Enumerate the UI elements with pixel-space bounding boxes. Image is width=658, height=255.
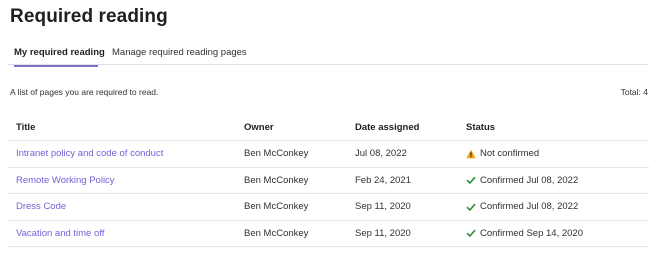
column-header-date-assigned[interactable]: Date assigned [355,115,419,140]
tab-my-required-reading[interactable]: My required reading [14,47,105,67]
status-cell: Confirmed Jul 08, 2022 [466,168,578,194]
date-assigned-cell: Sep 11, 2020 [355,227,411,239]
column-header-title[interactable]: Title [16,115,35,140]
checkmark-icon [466,175,476,185]
page-title-link[interactable]: Intranet policy and code of conduct [16,141,163,167]
column-header-owner[interactable]: Owner [244,115,274,140]
checkmark-icon [466,228,476,238]
checkmark-icon [466,202,476,212]
tab-manage-required-reading-pages[interactable]: Manage required reading pages [112,47,247,58]
page-title-link[interactable]: Vacation and time off [16,221,104,247]
table-row: Dress Code Ben McConkey Sep 11, 2020 Con… [8,194,649,221]
page-title-link[interactable]: Remote Working Policy [16,168,115,194]
warning-icon [466,149,476,159]
status-cell: Confirmed Jul 08, 2022 [466,194,578,220]
date-assigned-cell: Jul 08, 2022 [355,148,407,160]
owner-cell: Ben McConkey [244,227,309,239]
table-row: Intranet policy and code of conduct Ben … [8,141,649,168]
status-cell: Not confirmed [466,141,539,167]
status-cell: Confirmed Sep 14, 2020 [466,221,583,247]
table-row: Vacation and time off Ben McConkey Sep 1… [8,221,649,247]
total-count: Total: 4 [620,87,648,97]
tab-bar: My required reading Manage required read… [8,40,648,67]
page-title-link[interactable]: Dress Code [16,194,66,220]
status-text: Confirmed Jul 08, 2022 [480,174,579,186]
tab-label: My required reading [14,47,105,58]
page-title: Required reading [10,6,168,27]
date-assigned-cell: Sep 11, 2020 [355,201,411,213]
required-reading-page: Required reading My required reading Man… [0,0,658,255]
tab-label: Manage required reading pages [112,47,247,58]
status-text: Not confirmed [480,148,540,160]
column-header-status[interactable]: Status [466,115,495,140]
table-row: Remote Working Policy Ben McConkey Feb 2… [8,168,649,194]
owner-cell: Ben McConkey [244,174,309,186]
owner-cell: Ben McConkey [244,201,309,213]
table-header-row: Title Owner Date assigned Status [8,115,649,141]
page-description: A list of pages you are required to read… [10,87,159,97]
status-text: Confirmed Sep 14, 2020 [480,227,583,239]
status-text: Confirmed Jul 08, 2022 [480,201,579,213]
date-assigned-cell: Feb 24, 2021 [355,174,411,186]
required-reading-table: Title Owner Date assigned Status Intrane… [8,115,649,247]
active-tab-indicator [14,65,98,67]
owner-cell: Ben McConkey [244,148,309,160]
